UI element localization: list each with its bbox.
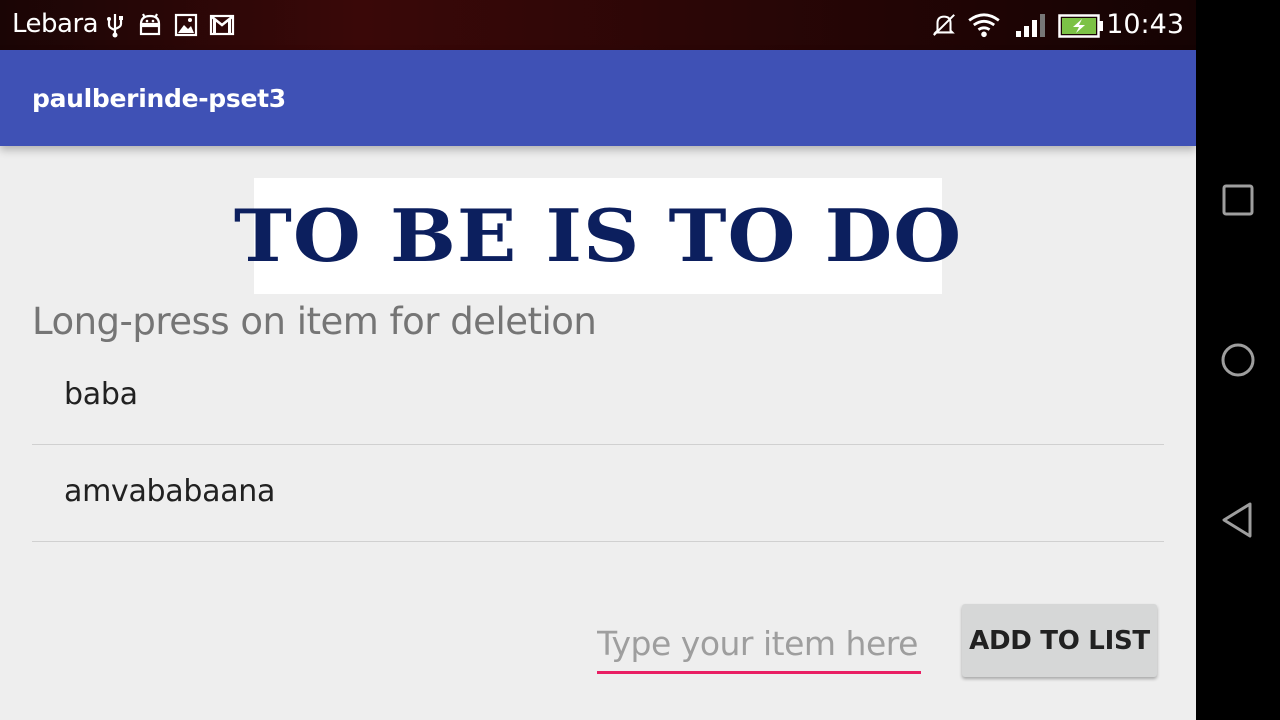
- item-input[interactable]: Type your item here!: [597, 618, 921, 674]
- gmail-icon: [209, 14, 235, 36]
- navigation-bar: [1196, 0, 1280, 720]
- hint-text: Long-press on item for deletion: [32, 300, 597, 343]
- banner-image: TO BE IS TO DO: [234, 178, 961, 294]
- battery-charging-icon: [1058, 14, 1103, 38]
- signal-icon: [1016, 14, 1045, 37]
- image-notification-icon: [174, 13, 198, 37]
- clock: 10:43: [1106, 9, 1184, 40]
- wifi-icon: [968, 13, 1000, 38]
- app-bar: paulberinde-pset3: [0, 50, 1196, 146]
- list-item[interactable]: baba: [32, 348, 1164, 445]
- carrier-label: Lebara: [12, 9, 99, 39]
- usb-icon: [107, 14, 123, 38]
- home-icon[interactable]: [1216, 338, 1260, 382]
- back-icon[interactable]: [1216, 498, 1260, 542]
- todo-list: baba amvababaana: [32, 348, 1164, 542]
- app-title: paulberinde-pset3: [32, 84, 286, 113]
- list-item-label: baba: [64, 376, 138, 412]
- add-to-list-button[interactable]: ADD TO LIST: [962, 604, 1157, 677]
- list-item[interactable]: amvababaana: [32, 445, 1164, 542]
- mute-icon: [933, 14, 955, 36]
- list-item-label: amvababaana: [64, 473, 276, 509]
- status-bar: Lebara 10:43: [0, 0, 1196, 50]
- banner-text: TO BE IS TO DO: [233, 194, 963, 278]
- app-screen: Lebara 10:43 paulberinde-pset3 TO BE IS …: [0, 0, 1196, 720]
- android-debug-icon: [139, 13, 161, 36]
- recents-icon[interactable]: [1216, 178, 1260, 222]
